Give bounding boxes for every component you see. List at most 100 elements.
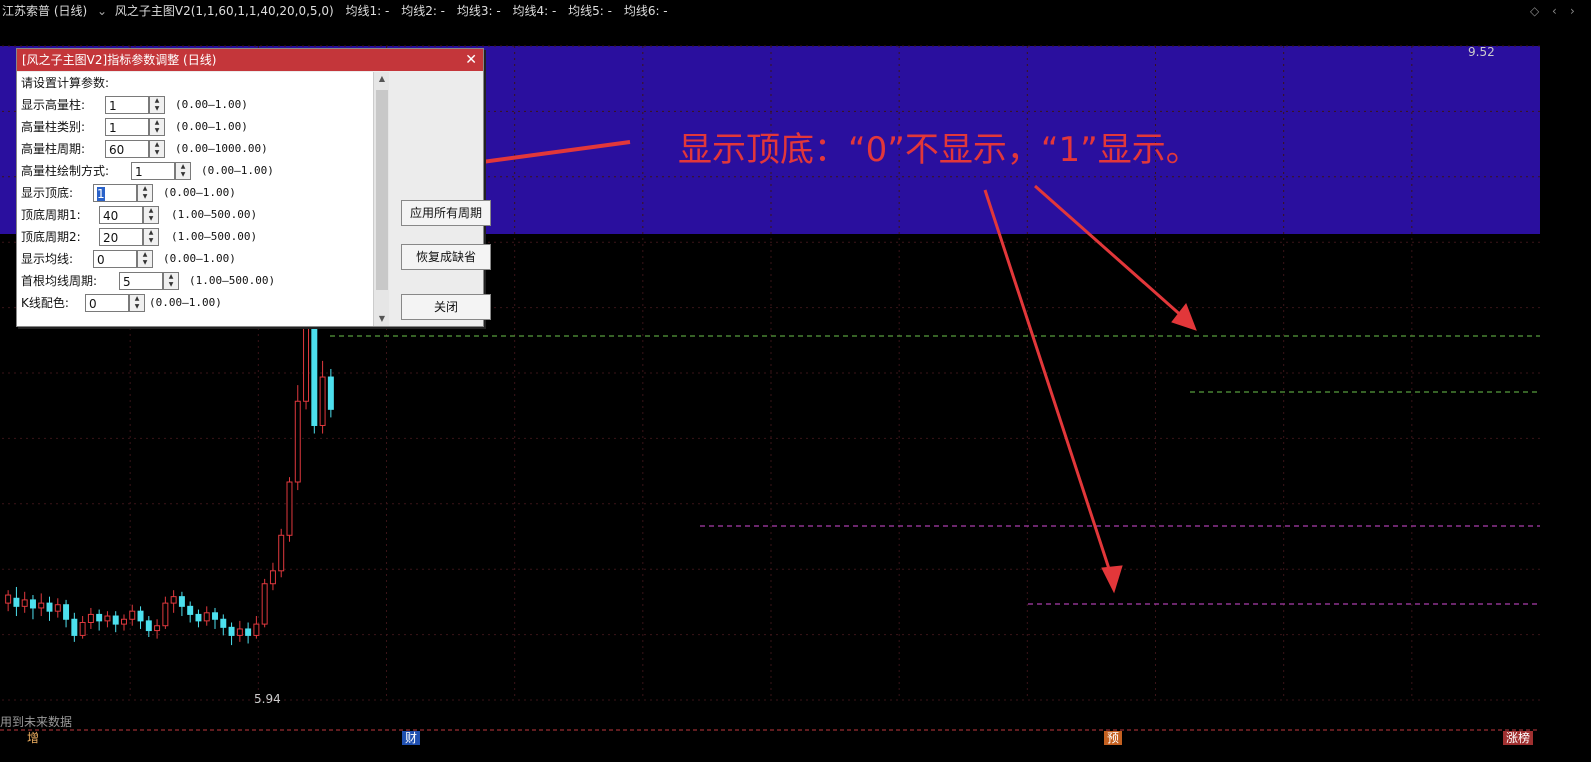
param-range: (0.00—1000.00) bbox=[175, 142, 268, 155]
candle-up bbox=[162, 602, 169, 627]
param-range: (0.00—1.00) bbox=[163, 186, 236, 199]
bottom-marker-yu[interactable]: 预 bbox=[1104, 731, 1123, 745]
candle-up bbox=[170, 596, 177, 604]
param-range: (0.00—1.00) bbox=[163, 252, 236, 265]
selected-text: 1 bbox=[97, 187, 105, 201]
annotation-text: 显示顶底：“0”不显示，“1”显示。 bbox=[678, 130, 1200, 170]
param-range: (1.00—500.00) bbox=[171, 208, 258, 221]
param-label: 顶底周期1: bbox=[21, 208, 81, 222]
stock-name: 江苏索普 (日线) bbox=[2, 4, 88, 18]
bottom-marker-zhangbang[interactable]: 涨榜 bbox=[1503, 731, 1534, 745]
param-input[interactable]: 0 bbox=[93, 250, 137, 268]
param-label: 显示高量柱: bbox=[21, 98, 86, 112]
close-button[interactable]: 关闭 bbox=[401, 294, 491, 320]
dialog-buttons: 应用所有周期 恢复成缺省 关闭 bbox=[389, 72, 491, 326]
param-input[interactable]: 60 bbox=[105, 140, 149, 158]
indicator-name: 风之子主图V2(1,1,60,1,1,40,20,0,5,0) bbox=[114, 4, 334, 18]
candle-down bbox=[71, 618, 78, 636]
candle-down bbox=[327, 376, 334, 410]
candle-down bbox=[212, 612, 218, 620]
candle-up bbox=[319, 376, 326, 426]
param-label: 顶底周期2: bbox=[21, 230, 81, 244]
param-dialog: [风之子主图V2]指标参数调整 (日线) ✕ 请设置计算参数: 显示高量柱: 1… bbox=[16, 48, 491, 327]
apply-all-periods-button[interactable]: 应用所有周期 bbox=[401, 200, 491, 226]
param-list: 请设置计算参数: 显示高量柱: 1 ▲ ▼ (0.00—1.00) 高量柱类别: … bbox=[17, 72, 373, 326]
candle-up bbox=[121, 618, 127, 625]
ma1-label: 均线1: - bbox=[345, 4, 390, 18]
candle-up bbox=[294, 400, 301, 483]
scroll-down-icon[interactable]: ▼ bbox=[374, 312, 390, 326]
spinner-icon[interactable]: ▲ ▼ bbox=[149, 96, 165, 114]
ma5-label: 均线5: - bbox=[568, 4, 612, 18]
high-label: 9.52 bbox=[1468, 45, 1495, 59]
param-label: 高量柱类别: bbox=[21, 120, 86, 134]
bottom-marker-cai[interactable]: 财 bbox=[402, 731, 421, 745]
chevron-left-icon[interactable]: ‹ bbox=[1552, 0, 1557, 22]
param-range: (0.00—1.00) bbox=[149, 296, 222, 309]
close-icon[interactable]: ✕ bbox=[465, 49, 477, 71]
candle-down bbox=[195, 613, 202, 622]
spinner-icon[interactable]: ▲ ▼ bbox=[137, 250, 153, 268]
spinner-icon[interactable]: ▲ ▼ bbox=[163, 272, 179, 290]
candle-up bbox=[54, 604, 61, 612]
chart-area[interactable]: 9.52 5.94 江苏索普 (日线) ⌄ 风之子主图V2(1,1,60,1,1… bbox=[0, 0, 1591, 758]
spinner-icon[interactable]: ▲ ▼ bbox=[137, 184, 153, 202]
candle-down bbox=[29, 599, 36, 609]
candle-up bbox=[104, 615, 111, 622]
param-input[interactable]: 1 bbox=[105, 118, 149, 136]
param-input[interactable]: 0 bbox=[85, 294, 129, 312]
bottom-marker-zeng[interactable]: 增 bbox=[24, 731, 42, 745]
param-range: (0.00—1.00) bbox=[175, 98, 248, 111]
dialog-title-bar[interactable]: [风之子主图V2]指标参数调整 (日线) ✕ bbox=[17, 49, 483, 71]
scrollbar[interactable]: ▲ ▼ bbox=[373, 72, 390, 326]
scroll-up-icon[interactable]: ▲ bbox=[374, 72, 390, 86]
candle-up bbox=[154, 625, 161, 632]
candle-down bbox=[96, 613, 103, 622]
param-heading: 请设置计算参数: bbox=[21, 76, 110, 90]
spinner-icon[interactable]: ▲ ▼ bbox=[175, 162, 191, 180]
candle-down bbox=[245, 628, 252, 636]
spinner-icon[interactable]: ▲ ▼ bbox=[129, 294, 145, 312]
param-label: 高量柱绘制方式: bbox=[21, 164, 110, 178]
candle-down bbox=[112, 615, 119, 625]
candle-up bbox=[129, 610, 136, 620]
candle-down bbox=[187, 605, 194, 615]
spinner-icon[interactable]: ▲ ▼ bbox=[149, 118, 165, 136]
candle-up bbox=[21, 599, 28, 607]
candle-up bbox=[253, 623, 260, 636]
candle-up bbox=[38, 602, 45, 609]
param-label: K线配色: bbox=[21, 296, 69, 310]
param-label: 高量柱周期: bbox=[21, 142, 86, 156]
candle-up bbox=[278, 534, 285, 572]
param-label: 显示顶底: bbox=[21, 186, 74, 200]
param-label: 首根均线周期: bbox=[21, 274, 98, 288]
chevron-down-icon[interactable]: ⌄ bbox=[97, 0, 107, 22]
param-input[interactable]: 1 bbox=[105, 96, 149, 114]
param-range: (0.00—1.00) bbox=[201, 164, 274, 177]
param-input[interactable]: 40 bbox=[99, 206, 143, 224]
spinner-icon[interactable]: ▲ ▼ bbox=[143, 228, 159, 246]
restore-default-button[interactable]: 恢复成缺省 bbox=[401, 244, 491, 270]
candle-down bbox=[145, 620, 152, 632]
param-range: (1.00—500.00) bbox=[171, 230, 258, 243]
param-input-selected[interactable]: 1 bbox=[93, 184, 137, 202]
ma4-label: 均线4: - bbox=[512, 4, 557, 18]
candle-up bbox=[87, 613, 94, 623]
candle-up bbox=[261, 583, 268, 625]
param-input[interactable]: 5 bbox=[119, 272, 163, 290]
diamond-icon[interactable]: ◇ bbox=[1530, 0, 1539, 22]
candle-down bbox=[228, 626, 235, 636]
candle-up bbox=[286, 481, 293, 536]
candle-down bbox=[178, 596, 185, 607]
param-label: 显示均线: bbox=[21, 252, 74, 266]
scrollbar-thumb[interactable] bbox=[376, 90, 388, 290]
candle-down bbox=[13, 597, 20, 607]
param-input[interactable]: 20 bbox=[99, 228, 143, 246]
spinner-icon[interactable]: ▲ ▼ bbox=[149, 140, 165, 158]
candle-up bbox=[5, 594, 12, 604]
low-label: 5.94 bbox=[254, 692, 281, 706]
spinner-icon[interactable]: ▲ ▼ bbox=[143, 206, 159, 224]
ma3-label: 均线3: - bbox=[456, 4, 501, 18]
param-input[interactable]: 1 bbox=[131, 162, 175, 180]
chevron-right-icon[interactable]: › bbox=[1570, 0, 1575, 22]
